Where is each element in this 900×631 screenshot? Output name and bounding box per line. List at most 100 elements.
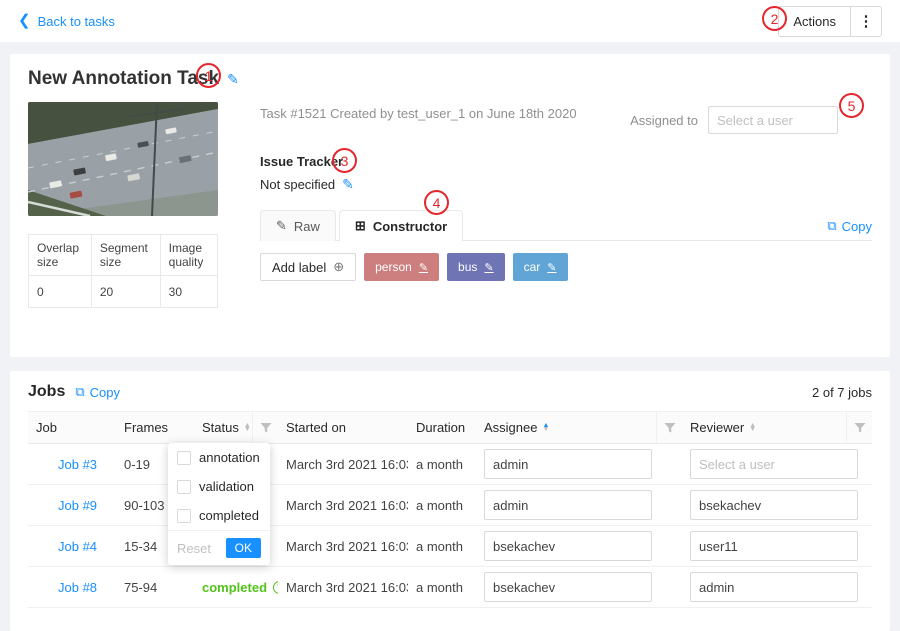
label-bus-edit-icon[interactable]: ✎ [484, 261, 493, 274]
param-value-quality: 30 [160, 276, 217, 308]
copy-icon: ⧉ [75, 384, 84, 400]
label-person-name: person [375, 260, 412, 274]
param-value-segment: 20 [91, 276, 160, 308]
labels-copy-label: Copy [842, 219, 872, 234]
assignee-filter-icon[interactable] [656, 412, 682, 443]
actions-button[interactable]: Actions ⋮ [778, 6, 882, 37]
job-link[interactable]: Job #9 [58, 498, 97, 513]
assigned-to-label: Assigned to [630, 113, 698, 128]
assignee-input[interactable] [484, 531, 652, 561]
reviewer-input[interactable] [690, 531, 858, 561]
table-row: Job #9 90-103 March 3rd 2021 16:03 a mon… [28, 485, 872, 526]
table-row: Job #3 0-19 March 3rd 2021 16:03 a month [28, 444, 872, 485]
label-chip-person[interactable]: person ✎ [364, 253, 439, 281]
tab-raw[interactable]: ✎ Raw [260, 210, 336, 241]
task-title-edit-icon[interactable]: ✎ [227, 71, 239, 88]
jobs-card: Jobs ⧉ Copy 2 of 7 jobs Job Frames Statu… [10, 371, 890, 631]
plus-circle-icon: ⊕ [333, 259, 344, 275]
label-chip-car[interactable]: car ✎ [513, 253, 568, 281]
started-cell: March 3rd 2021 16:03 [278, 526, 408, 567]
started-cell: March 3rd 2021 16:03 [278, 485, 408, 526]
filter-option-annotation[interactable]: annotation [168, 443, 270, 472]
task-title: New Annotation Task [28, 68, 219, 90]
param-header-quality: Image quality [160, 235, 217, 276]
reviewer-input[interactable] [690, 449, 858, 479]
jobs-table: Job Frames Status ▲▼ Started on Duration… [28, 411, 872, 608]
label-bus-name: bus [458, 260, 477, 274]
filter-option-completed[interactable]: completed [168, 501, 270, 530]
param-value-overlap: 0 [29, 276, 92, 308]
task-page: { "colors": { "accent": "#1890ff", "comp… [0, 0, 900, 590]
checkbox-validation[interactable] [177, 480, 191, 494]
task-preview-image [28, 102, 218, 216]
top-bar: ❮ Back to tasks Actions ⋮ [0, 0, 900, 42]
add-label-button[interactable]: Add label ⊕ [260, 253, 356, 281]
status-filter-dropdown: annotation validation completed Reset OK [168, 443, 270, 565]
issue-tracker-value: Not specified [260, 177, 335, 192]
duration-cell: a month [408, 567, 476, 608]
jobs-table-header: Job Frames Status ▲▼ Started on Duration… [28, 412, 872, 444]
label-car-edit-icon[interactable]: ✎ [547, 261, 556, 274]
checkbox-completed[interactable] [177, 509, 191, 523]
assignee-input[interactable] [484, 572, 652, 602]
raw-edit-icon: ✎ [276, 218, 287, 234]
job-link[interactable]: Job #3 [58, 457, 97, 472]
assignee-sort-icon[interactable]: ▲▼ [542, 424, 549, 432]
back-chevron-icon: ❮ [18, 13, 31, 28]
duration-cell: a month [408, 444, 476, 485]
reviewer-sort-icon[interactable]: ▲▼ [749, 424, 756, 432]
tab-constructor[interactable]: ⊞ Constructor [339, 210, 463, 241]
col-status: Status [202, 420, 239, 435]
started-cell: March 3rd 2021 16:03 [278, 567, 408, 608]
add-label-text: Add label [272, 260, 326, 275]
col-assignee: Assignee [484, 420, 537, 435]
job-link[interactable]: Job #8 [58, 580, 97, 595]
status-sort-icon[interactable]: ▲▼ [244, 424, 251, 432]
constructor-icon: ⊞ [355, 218, 366, 234]
checkbox-annotation[interactable] [177, 451, 191, 465]
back-to-tasks-link[interactable]: ❮ Back to tasks [18, 14, 115, 29]
label-car-name: car [524, 260, 541, 274]
param-header-segment: Segment size [91, 235, 160, 276]
labels-copy-link[interactable]: ⧉ Copy [827, 218, 872, 240]
duration-cell: a month [408, 526, 476, 567]
task-details-card: New Annotation Task ✎ [10, 54, 890, 357]
label-chip-bus[interactable]: bus ✎ [447, 253, 505, 281]
more-icon[interactable]: ⋮ [851, 7, 881, 36]
labels-editor: ✎ Raw ⊞ Constructor ⧉ Copy [260, 209, 872, 339]
issue-tracker-edit-icon[interactable]: ✎ [342, 176, 354, 193]
actions-label[interactable]: Actions [779, 7, 851, 36]
table-row: Job #4 15-34 March 3rd 2021 16:03 a mont… [28, 526, 872, 567]
job-link[interactable]: Job #4 [58, 539, 97, 554]
filter-ok-button[interactable]: OK [226, 538, 261, 558]
filter-option-label: completed [199, 508, 259, 523]
tab-raw-label: Raw [294, 219, 320, 234]
status-filter-icon[interactable] [252, 412, 278, 443]
label-person-edit-icon[interactable]: ✎ [419, 261, 428, 274]
jobs-copy-link[interactable]: ⧉ Copy [75, 384, 120, 400]
reviewer-input[interactable] [690, 572, 858, 602]
filter-option-label: validation [199, 479, 254, 494]
filter-option-label: annotation [199, 450, 260, 465]
status-text: completed [202, 580, 267, 595]
status-cell: completed ? [194, 567, 278, 608]
param-header-overlap: Overlap size [29, 235, 92, 276]
jobs-count: 2 of 7 jobs [812, 385, 872, 400]
assignee-input[interactable] [484, 449, 652, 479]
jobs-title: Jobs [28, 383, 65, 401]
col-reviewer: Reviewer [690, 420, 744, 435]
task-assignee-input[interactable] [708, 106, 838, 134]
filter-option-validation[interactable]: validation [168, 472, 270, 501]
reviewer-input[interactable] [690, 490, 858, 520]
table-row: Job #8 75-94 completed ? March 3rd 2021 … [28, 567, 872, 608]
assignee-input[interactable] [484, 490, 652, 520]
reviewer-filter-icon[interactable] [846, 412, 872, 443]
col-frames: Frames [124, 420, 168, 435]
task-info-column: Task #1521 Created by test_user_1 on Jun… [260, 102, 872, 339]
filter-reset-button[interactable]: Reset [177, 541, 211, 556]
task-preview-column: Overlap size Segment size Image quality … [28, 102, 218, 339]
task-parameters-table: Overlap size Segment size Image quality … [28, 234, 218, 308]
tab-constructor-label: Constructor [373, 219, 447, 234]
back-label: Back to tasks [38, 14, 115, 29]
question-circle-icon[interactable]: ? [273, 581, 278, 594]
